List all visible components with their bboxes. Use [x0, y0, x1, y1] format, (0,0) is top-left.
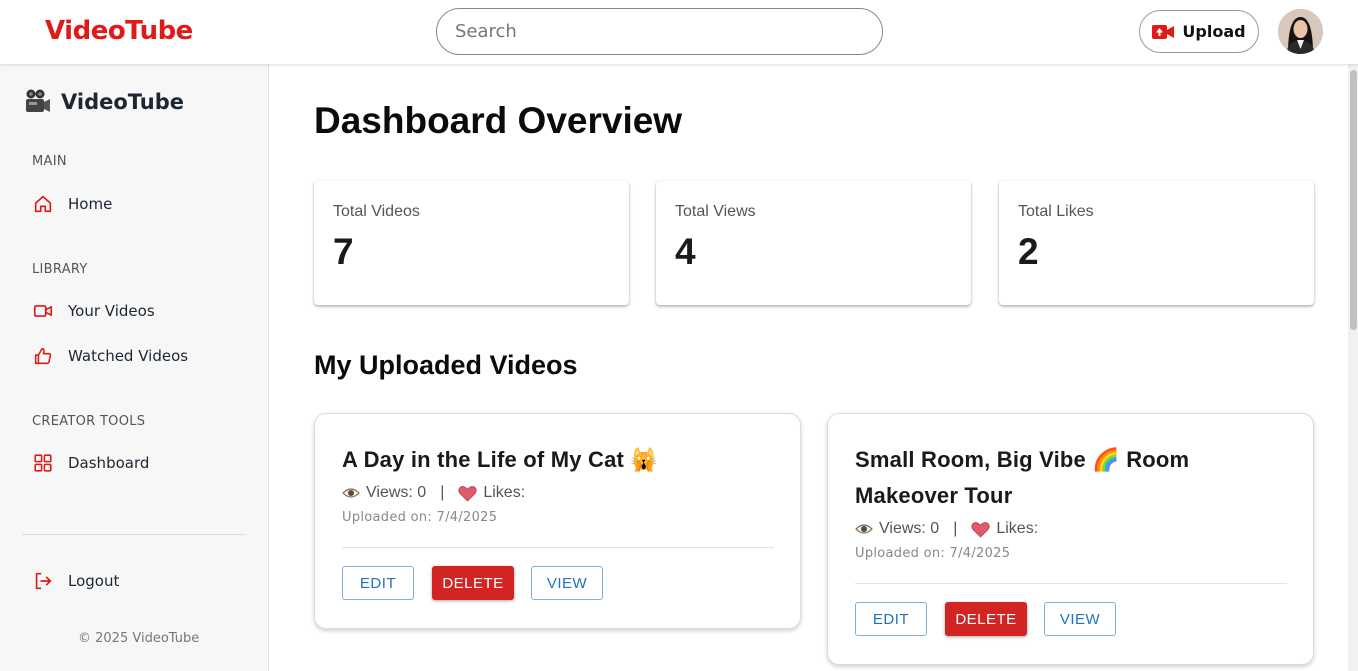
home-icon — [34, 195, 52, 213]
sidebar-item-your-videos[interactable]: Your Videos — [32, 300, 155, 322]
stat-card-total-videos: Total Videos 7 — [314, 181, 629, 305]
upload-label: Upload — [1182, 22, 1246, 41]
edit-button[interactable]: EDIT — [855, 602, 927, 636]
avatar[interactable] — [1278, 9, 1323, 54]
sidebar: VideoTube MAIN Home LIBRARY Your Videos … — [0, 64, 269, 671]
delete-button[interactable]: DELETE — [432, 566, 514, 600]
video-meta: Views: 0 | Likes: — [342, 484, 525, 502]
sidebar-item-watched-videos[interactable]: Watched Videos — [32, 345, 188, 367]
sidebar-brand[interactable]: VideoTube — [24, 88, 184, 115]
section-label-main: MAIN — [32, 154, 67, 169]
view-button[interactable]: VIEW — [1044, 602, 1116, 636]
logout-icon — [35, 572, 52, 590]
video-upload-date: Uploaded on: 7/4/2025 — [342, 510, 498, 525]
heart-icon — [458, 485, 477, 502]
sidebar-item-home[interactable]: Home — [32, 193, 112, 215]
meta-separator: | — [440, 484, 445, 501]
sidebar-divider — [22, 534, 245, 535]
edit-button[interactable]: EDIT — [342, 566, 414, 600]
video-card: A Day in the Life of My Cat 🙀 Views: 0 |… — [314, 413, 801, 629]
scrollbar-thumb[interactable] — [1350, 70, 1357, 330]
delete-button[interactable]: DELETE — [945, 602, 1027, 636]
eye-icon — [855, 524, 873, 534]
stat-label: Total Likes — [1018, 203, 1094, 220]
stat-value: 4 — [675, 231, 696, 272]
sidebar-item-dashboard[interactable]: Dashboard — [32, 452, 149, 474]
section-label-creator-tools: CREATOR TOOLS — [32, 414, 146, 429]
meta-separator: | — [953, 520, 958, 537]
video-camera-icon — [33, 305, 53, 317]
dashboard-grid-icon — [34, 454, 52, 472]
video-likes: Likes: — [483, 484, 526, 501]
video-title: A Day in the Life of My Cat 🙀 — [342, 447, 658, 472]
sidebar-item-label: Watched Videos — [68, 347, 189, 365]
upload-video-icon — [1152, 24, 1175, 39]
top-bar: VideoTube Upload — [0, 0, 1358, 64]
view-button[interactable]: VIEW — [531, 566, 603, 600]
main-content: Dashboard Overview Total Videos 7 Total … — [270, 64, 1358, 671]
page-title: Dashboard Overview — [314, 100, 683, 141]
stat-label: Total Videos — [333, 203, 420, 220]
sidebar-brand-label: VideoTube — [61, 89, 185, 114]
stat-value: 2 — [1018, 231, 1039, 272]
card-divider — [855, 583, 1287, 584]
heart-icon — [971, 521, 990, 538]
card-divider — [342, 547, 774, 548]
eye-icon — [342, 488, 360, 498]
video-views: Views: 0 — [366, 484, 427, 501]
video-meta: Views: 0 | Likes: — [855, 520, 1038, 538]
sidebar-item-logout[interactable]: Logout — [32, 570, 119, 592]
sidebar-item-label: Your Videos — [68, 302, 155, 320]
sidebar-item-label: Logout — [68, 572, 120, 590]
section-label-library: LIBRARY — [32, 262, 88, 277]
video-title: Small Room, Big Vibe 🌈 Room Makeover Tou… — [855, 447, 1190, 508]
stat-value: 7 — [333, 231, 354, 272]
copyright: © 2025 VideoTube — [78, 631, 200, 646]
video-upload-date: Uploaded on: 7/4/2025 — [855, 546, 1011, 561]
stat-card-total-views: Total Views 4 — [656, 181, 971, 305]
search-input[interactable] — [436, 8, 883, 55]
video-card: Small Room, Big Vibe 🌈 Room Makeover Tou… — [827, 413, 1314, 665]
sidebar-item-label: Dashboard — [68, 454, 150, 472]
thumbs-up-icon — [34, 347, 52, 365]
video-views: Views: 0 — [879, 520, 940, 537]
stat-card-total-likes: Total Likes 2 — [999, 181, 1314, 305]
stat-label: Total Views — [675, 203, 756, 220]
sidebar-item-label: Home — [68, 195, 113, 213]
brand-logo[interactable]: VideoTube — [45, 16, 193, 46]
section-title: My Uploaded Videos — [314, 350, 578, 380]
upload-button[interactable]: Upload — [1139, 10, 1259, 53]
camera-icon — [26, 89, 50, 112]
video-likes: Likes: — [996, 520, 1039, 537]
